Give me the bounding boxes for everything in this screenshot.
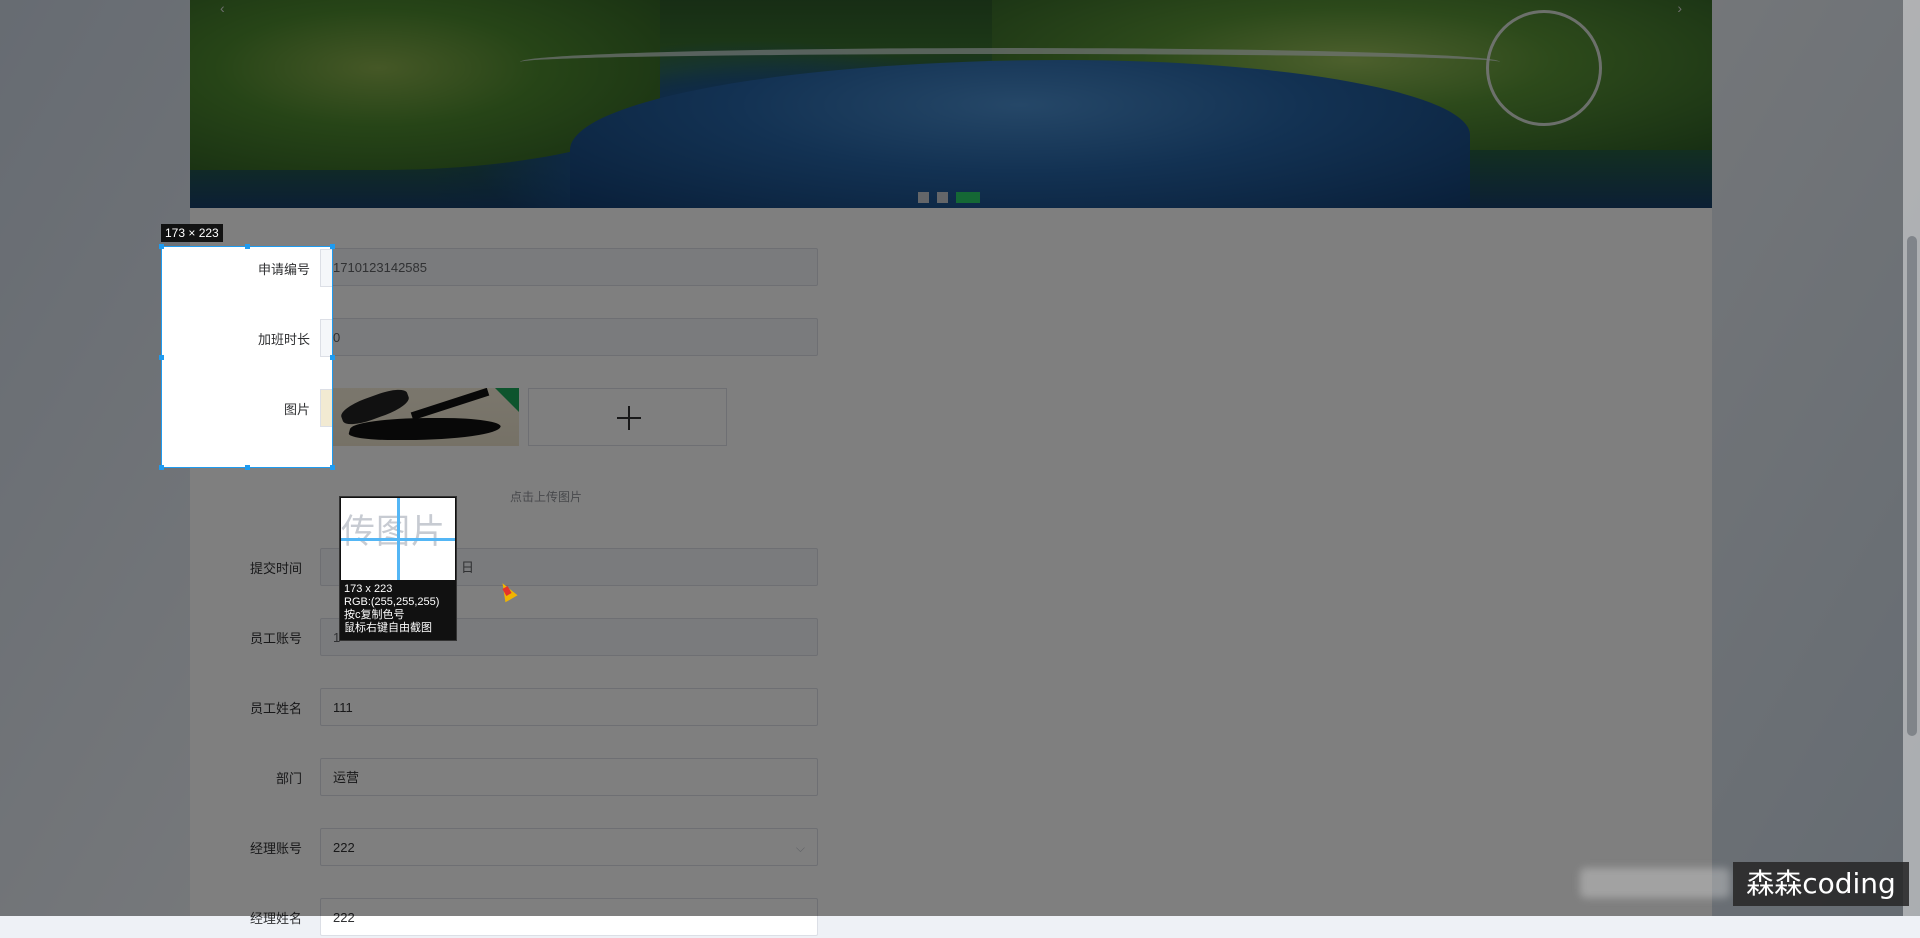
selection-label-image: 图片 [283, 402, 310, 417]
screenshot-magnifier: 传图片 173 x 223 RGB:(255,255,255) 按c复制色号 鼠… [339, 496, 457, 641]
selection-size-tag: 173 × 223 [161, 224, 223, 242]
magnifier-rgb: RGB:(255,255,255) [344, 596, 440, 608]
magnifier-zoom-view: 传图片 [341, 498, 455, 580]
resize-handle-e[interactable] [330, 355, 335, 360]
selection-label-overtime-hours: 加班时长 [257, 332, 310, 347]
screenshot-selection-box[interactable]: 申请编号 加班时长 图片 [159, 244, 335, 470]
resize-handle-ne[interactable] [330, 244, 335, 249]
magnifier-info: 173 x 223 RGB:(255,255,255) 按c复制色号 鼠标右键自… [344, 583, 439, 635]
scrollbar-thumb[interactable] [1907, 236, 1917, 736]
resize-handle-s[interactable] [245, 465, 250, 470]
selection-label-application-no: 申请编号 [257, 262, 310, 277]
magnifier-free-hint: 鼠标右键自由截图 [344, 622, 432, 634]
watermark-label: 森森coding [1733, 862, 1909, 906]
crosshair-horizontal [341, 538, 455, 541]
resize-handle-n[interactable] [245, 244, 250, 249]
selection-image-fragment [320, 389, 332, 427]
resize-handle-w[interactable] [159, 355, 164, 360]
selection-field-fragment-2 [320, 319, 332, 357]
resize-handle-se[interactable] [330, 465, 335, 470]
magnifier-copy-hint: 按c复制色号 [344, 609, 405, 621]
page-scrollbar[interactable] [1903, 0, 1920, 916]
resize-handle-sw[interactable] [159, 465, 164, 470]
resize-handle-nw[interactable] [159, 244, 164, 249]
magnifier-size: 173 x 223 [344, 583, 393, 595]
magnifier-zoomed-text: 传图片 [341, 512, 446, 552]
selection-field-fragment-1 [320, 249, 332, 287]
watermark-blur [1580, 868, 1730, 898]
